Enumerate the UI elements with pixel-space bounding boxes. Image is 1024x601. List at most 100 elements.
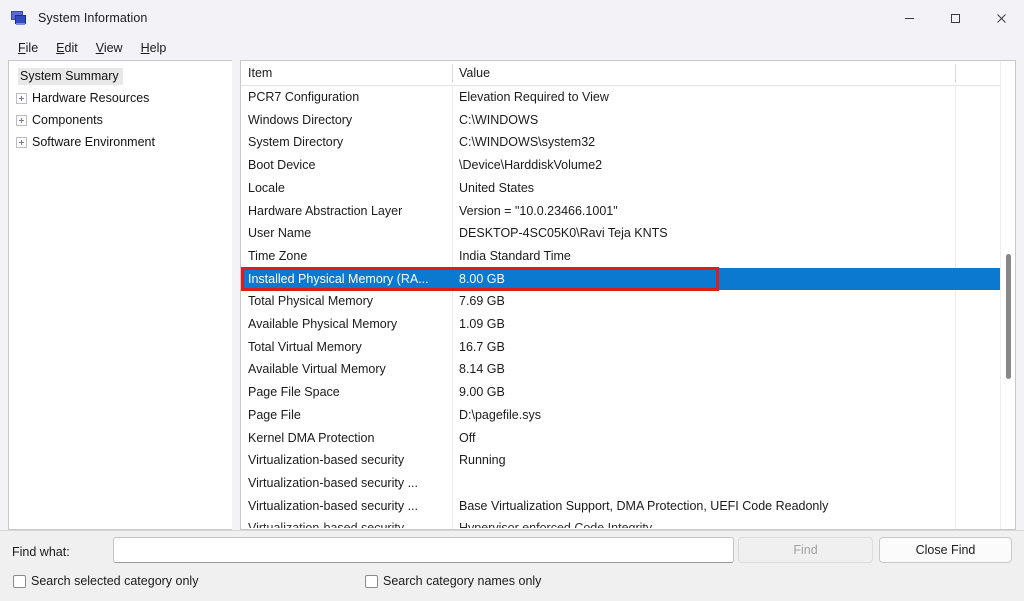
cell-value: India Standard Time [459,248,571,263]
checkbox-label: Search selected category only [31,574,199,588]
checkbox-box [365,574,378,588]
table-row[interactable]: Total Physical Memory 7.69 GB [241,290,1015,313]
main-content: System Summary Hardware Resources Componen… [0,60,1024,530]
system-information-icon [11,10,27,26]
cell-item: System Directory [248,135,344,150]
cell-item: Boot Device [248,158,316,173]
table-row[interactable]: System Directory C:\WINDOWS\system32 [241,131,1015,154]
tree-item-hardware-resources[interactable]: Hardware Resources [9,87,232,109]
cell-item: Hardware Abstraction Layer [248,203,403,218]
tree-item-components[interactable]: Components [9,109,232,131]
cell-value: Elevation Required to View [459,90,609,104]
cell-value: DESKTOP-4SC05K0\Ravi Teja KNTS [459,226,668,241]
cell-value: C:\WINDOWS [459,112,539,127]
cell-item: Kernel DMA Protection [248,430,375,445]
menu-bar: File Edit View Help [0,36,1024,60]
table-row[interactable]: Kernel DMA Protection Off [241,427,1015,450]
cell-value: Running [459,453,506,468]
cell-value: D:\pagefile.sys [459,407,541,422]
table-row[interactable]: Page File D:\pagefile.sys [241,404,1015,427]
details-list: Item Value PCR7 Configuration Elevation R… [240,60,1016,530]
table-row[interactable]: Boot Device \Device\HarddiskVolume2 [241,154,1015,177]
cell-item: PCR7 Configuration [248,90,360,104]
window-title: System Information [38,11,148,25]
search-category-names-checkbox[interactable]: Search category names only [365,574,541,588]
cell-item: Installed Physical Memory (RA... [248,271,429,286]
menu-item-help[interactable]: Help [132,39,176,57]
list-rows: PCR7 Configuration Elevation Required to … [241,86,1015,529]
cell-item: Virtualization-based security [248,453,405,468]
find-button[interactable]: Find [738,537,873,563]
cell-item: Available Virtual Memory [248,362,386,377]
table-row[interactable]: Virtualization-based security ... [241,472,1015,495]
cell-item: Locale [248,180,285,195]
table-row[interactable]: Locale United States [241,177,1015,200]
tree-item-system-summary[interactable]: System Summary [9,65,232,87]
cell-item: Available Physical Memory [248,317,398,331]
search-input[interactable] [113,537,734,563]
table-row[interactable]: Virtualization-based security Running [241,449,1015,472]
menu-item-edit[interactable]: Edit [47,39,87,57]
cell-item: Page File Space [248,385,340,400]
cell-value: C:\WINDOWS\system32 [459,135,596,150]
title-bar: System Information [0,0,1024,36]
tree-item-label: Hardware Resources [32,90,150,105]
table-row[interactable]: Available Physical Memory 1.09 GB [241,313,1015,336]
column-header-value[interactable]: Value [452,61,955,86]
table-row[interactable]: Hardware Abstraction Layer Version = "10.… [241,200,1015,223]
table-row[interactable]: Virtualization-based security ... Base Vi… [241,495,1015,518]
tree-item-label: System Summary [18,67,123,85]
cell-value: United States [459,180,535,195]
maximize-button[interactable] [932,0,978,36]
table-row[interactable]: Time Zone India Standard Time [241,245,1015,268]
scrollbar-thumb[interactable] [1006,254,1011,379]
cell-value: Hypervisor enforced Code Integrity [459,521,653,529]
cell-item: Total Virtual Memory [248,339,362,354]
tree-item-software-environment[interactable]: Software Environment [9,131,232,153]
list-header: Item Value [241,61,1015,86]
cell-value: 8.00 GB [459,271,505,286]
find-what-label: Find what: [12,545,70,559]
cell-value: Off [459,430,476,445]
cell-item: Total Physical Memory [248,294,374,309]
tree-item-label: Components [32,112,103,127]
table-row[interactable]: Installed Physical Memory (RA... 8.00 GB [241,267,1015,291]
cell-item: Page File [248,407,301,422]
cell-value: 9.00 GB [459,385,505,400]
menu-item-file[interactable]: File [9,39,47,57]
table-row[interactable]: Available Virtual Memory 8.14 GB [241,358,1015,381]
close-find-button[interactable]: Close Find [879,537,1012,563]
cell-value: Base Virtualization Support, DMA Protect… [459,498,829,513]
table-row[interactable]: Page File Space 9.00 GB [241,381,1015,404]
close-button[interactable] [978,0,1024,36]
cell-value: 8.14 GB [459,362,505,377]
cell-item: Virtualization-based security ... [248,521,418,529]
table-row[interactable]: Windows Directory C:\WINDOWS [241,109,1015,132]
table-row[interactable]: Virtualization-based security ... Hypervi… [241,517,1015,528]
search-selected-category-checkbox[interactable]: Search selected category only [13,574,198,588]
minimize-button[interactable] [886,0,932,36]
expand-plus-icon[interactable] [16,136,27,148]
menu-item-view[interactable]: View [87,39,132,57]
cell-value: \Device\HarddiskVolume2 [459,158,603,173]
tree-item-label: Software Environment [32,134,155,149]
pane-splitter[interactable] [232,60,240,530]
find-bar: Find what: Find Close Find Search select… [0,530,1024,601]
cell-value [452,472,1015,495]
cell-value: 16.7 GB [459,339,505,354]
vertical-scrollbar[interactable] [1000,61,1015,529]
cell-value: Version = "10.0.23466.1001" [459,203,618,218]
expand-plus-icon[interactable] [16,92,27,104]
window-controls [886,0,1024,36]
cell-item: User Name [248,226,312,241]
table-row[interactable]: PCR7 Configuration Elevation Required to … [241,86,1015,109]
expand-plus-icon[interactable] [16,114,27,126]
cell-value: 7.69 GB [459,294,505,309]
table-row[interactable]: Total Virtual Memory 16.7 GB [241,336,1015,359]
system-information-window: System Information File Edit View Help Syst… [0,0,1024,601]
table-row[interactable]: User Name DESKTOP-4SC05K0\Ravi Teja KNTS [241,222,1015,245]
column-header-item[interactable]: Item [241,61,452,86]
cell-item: Windows Directory [248,112,353,127]
category-tree[interactable]: System Summary Hardware Resources Componen… [8,60,232,530]
cell-value: 1.09 GB [459,317,505,331]
